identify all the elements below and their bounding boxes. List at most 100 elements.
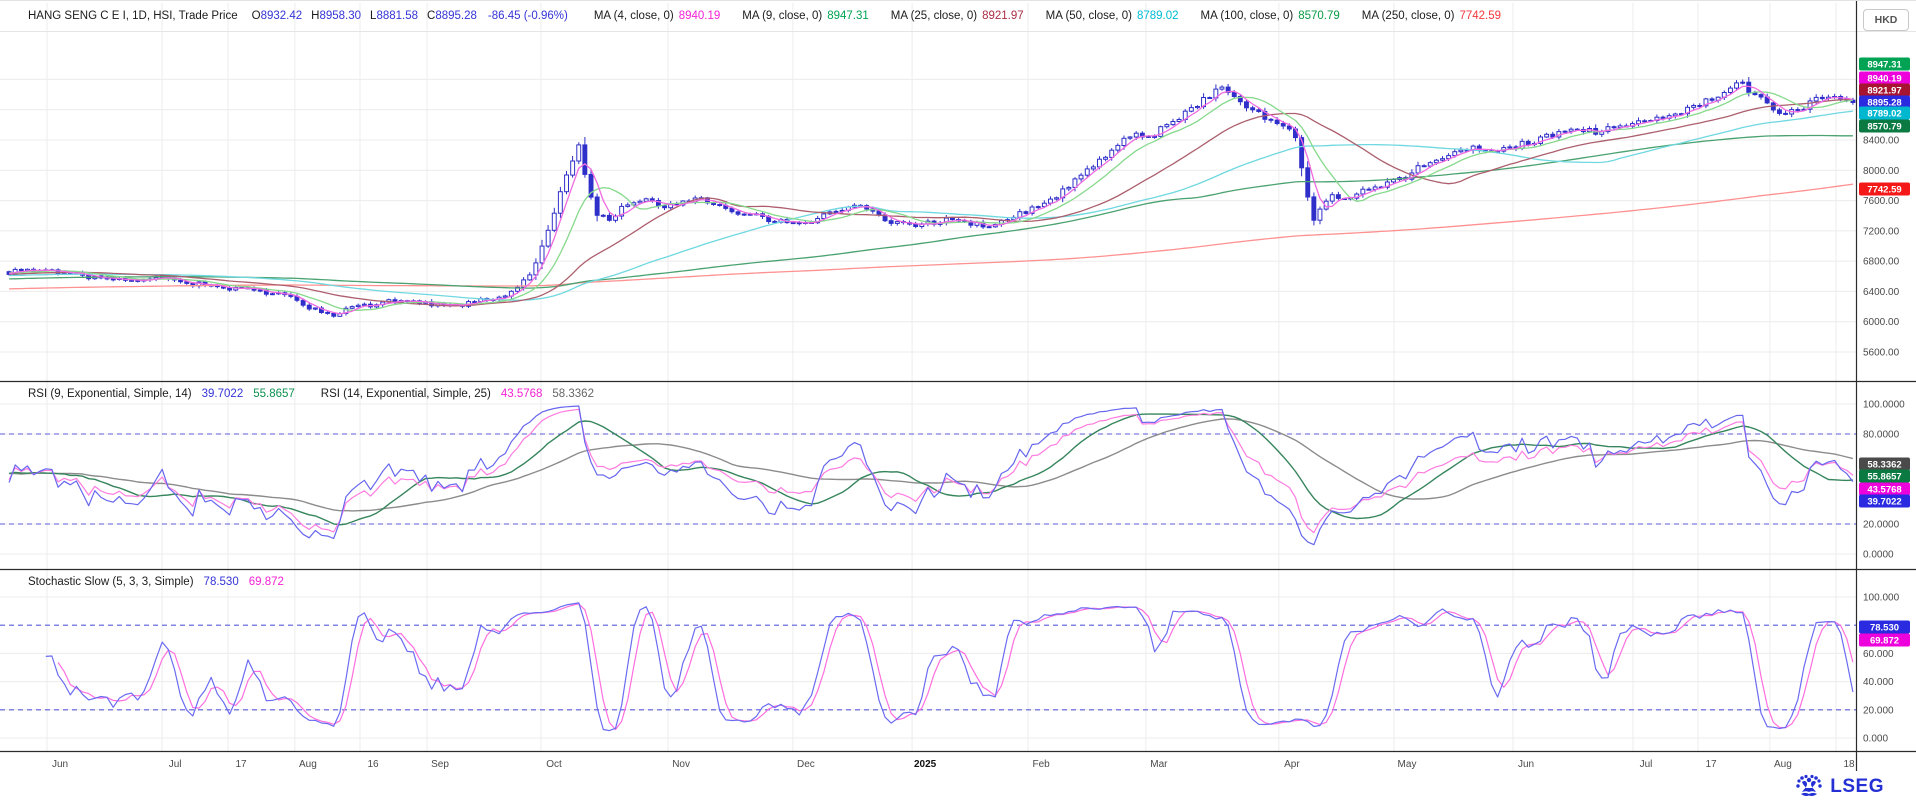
rsi-axis-tick: 80.0000 bbox=[1863, 430, 1900, 441]
time-axis-label: 18 bbox=[1843, 759, 1855, 770]
gridlines bbox=[0, 3, 1856, 751]
time-axis-label: 16 bbox=[367, 759, 379, 770]
time-axis-label: Dec bbox=[797, 759, 815, 770]
ohlc-h: H8958.30 bbox=[311, 10, 361, 22]
time-axis-label: Oct bbox=[546, 759, 562, 770]
stoch-legend-item-2: 69.872 bbox=[249, 576, 284, 588]
stochastic-axis-tick: 40.000 bbox=[1863, 677, 1894, 688]
rsi-legend-item-5: 58.3362 bbox=[552, 388, 594, 400]
lseg-logo: LSEG bbox=[1794, 773, 1884, 800]
price-axis-tick: 5600.00 bbox=[1863, 348, 1900, 359]
ma-legend-item-0[interactable]: MA (4, close, 0) 8940.19 bbox=[594, 10, 720, 22]
price-badge: 8921.97 bbox=[1859, 84, 1910, 97]
price-badge: 7742.59 bbox=[1859, 183, 1910, 196]
rsi-badge: 43.5768 bbox=[1859, 483, 1910, 496]
rsi14-signal-line[interactable] bbox=[9, 419, 1853, 511]
change-value: -86.45 (-0.96%) bbox=[488, 10, 568, 22]
svg-text:69.872: 69.872 bbox=[1870, 636, 1899, 647]
price-badge: 8940.19 bbox=[1859, 72, 1910, 85]
price-axis-tick: 6400.00 bbox=[1863, 287, 1900, 298]
ohlc-c-value: 8895.28 bbox=[435, 10, 477, 22]
rsi-axis-tick: 20.0000 bbox=[1863, 520, 1900, 531]
stochastic-axis-tick: 100.000 bbox=[1863, 593, 1900, 604]
svg-text:78.530: 78.530 bbox=[1870, 623, 1899, 634]
stochastic-series bbox=[46, 603, 1853, 731]
ohlc-o-value: 8932.42 bbox=[261, 10, 303, 22]
chart-canvas[interactable]: 8400.00 8000.00 7600.00 7200.00 6800.00 6400.… bbox=[0, 1, 1916, 804]
candlestick-series[interactable] bbox=[7, 77, 1855, 318]
stochastic-axis-tick: 60.000 bbox=[1863, 649, 1894, 660]
time-axis-label: Jun bbox=[1518, 759, 1534, 770]
svg-text:39.7022: 39.7022 bbox=[1867, 497, 1901, 508]
rsi-legend-item-0[interactable]: RSI (9, Exponential, Simple, 14) bbox=[28, 388, 192, 400]
time-axis-label: Sep bbox=[431, 759, 449, 770]
ma-legend-label: MA (9, close, 0) bbox=[742, 10, 822, 22]
svg-text:8570.79: 8570.79 bbox=[1867, 122, 1901, 133]
time-axis-label: Aug bbox=[1774, 759, 1792, 770]
stochastic-axis-tick: 0.000 bbox=[1863, 734, 1888, 745]
stoch-legend-item-1: 78.530 bbox=[204, 576, 239, 588]
price-axis-tick: 7200.00 bbox=[1863, 226, 1900, 237]
svg-text:8940.19: 8940.19 bbox=[1867, 74, 1901, 85]
panel-frame bbox=[0, 1, 1916, 771]
time-axis-label: May bbox=[1398, 759, 1417, 770]
price-badge: 8789.02 bbox=[1859, 107, 1910, 120]
rsi-legend: RSI (9, Exponential, Simple, 14) 39.7022 5… bbox=[28, 388, 604, 400]
price-axis[interactable]: 8400.00 8000.00 7600.00 7200.00 6800.00 6400.… bbox=[1859, 58, 1910, 745]
ma-legend-label: MA (100, close, 0) bbox=[1201, 10, 1294, 22]
ma-legend-value: 8947.31 bbox=[827, 10, 869, 22]
time-axis-label: Nov bbox=[672, 759, 690, 770]
ma-legend: MA (4, close, 0) 8940.19 MA (9, close, 0) 8… bbox=[594, 10, 1523, 22]
stochastic-legend: Stochastic Slow (5, 3, 3, Simple) 78.530 6… bbox=[28, 576, 294, 588]
svg-text:8789.02: 8789.02 bbox=[1867, 109, 1901, 120]
ma-legend-label: MA (25, close, 0) bbox=[891, 10, 977, 22]
ma-legend-item-2[interactable]: MA (25, close, 0)8921.97 bbox=[891, 10, 1024, 22]
svg-text:55.8657: 55.8657 bbox=[1867, 472, 1901, 483]
instrument-title[interactable]: HANG SENG C E I, 1D, HSI, Trade Price bbox=[28, 10, 238, 22]
ma-legend-value: 8570.79 bbox=[1298, 10, 1340, 22]
svg-text:8947.31: 8947.31 bbox=[1867, 60, 1902, 71]
currency-button[interactable]: HKD bbox=[1863, 9, 1909, 31]
stochastic-d-line[interactable] bbox=[58, 604, 1853, 730]
ma-legend-item-1[interactable]: MA (9, close, 0) 8947.31 bbox=[742, 10, 868, 22]
rsi-badge: 55.8657 bbox=[1859, 470, 1910, 483]
time-axis-label: Apr bbox=[1284, 759, 1300, 770]
time-axis-label: Jun bbox=[52, 759, 68, 770]
svg-text:58.3362: 58.3362 bbox=[1867, 460, 1901, 471]
rsi-legend-item-3: RSI (14, Exponential, Simple, 25) bbox=[321, 388, 491, 400]
lseg-emblem-icon bbox=[1794, 773, 1824, 800]
ma-legend-value: 8789.02 bbox=[1137, 10, 1179, 22]
ohlc-l: L8881.58 bbox=[370, 10, 418, 22]
rsi-axis-tick: 100.0000 bbox=[1863, 400, 1905, 411]
ohlc-c: C8895.28 bbox=[427, 10, 477, 22]
ma-legend-item-4[interactable]: MA (100, close, 0) 8570.79 bbox=[1201, 10, 1340, 22]
ma-legend-value: 8940.19 bbox=[679, 10, 721, 22]
time-axis-label: 2025 bbox=[914, 759, 937, 770]
time-axis-label: 17 bbox=[1705, 759, 1717, 770]
stoch-legend-item-0[interactable]: Stochastic Slow (5, 3, 3, Simple) bbox=[28, 576, 194, 588]
ma-legend-label: MA (4, close, 0) bbox=[594, 10, 674, 22]
svg-text:43.5768: 43.5768 bbox=[1867, 485, 1901, 496]
price-axis-tick: 6000.00 bbox=[1863, 317, 1900, 328]
price-axis-tick: 8400.00 bbox=[1863, 136, 1900, 147]
rsi-badge: 58.3362 bbox=[1859, 458, 1910, 471]
price-axis-tick: 6800.00 bbox=[1863, 257, 1900, 268]
price-axis-tick: 8000.00 bbox=[1863, 166, 1900, 177]
ohlc-l-value: 8881.58 bbox=[376, 10, 418, 22]
ma-legend-item-5[interactable]: MA (250, close, 0)7742.59 bbox=[1362, 10, 1501, 22]
rsi-badge: 39.7022 bbox=[1859, 495, 1910, 508]
time-axis-label: Feb bbox=[1032, 759, 1050, 770]
rsi-legend-item-1: 39.7022 bbox=[202, 388, 244, 400]
time-axis[interactable]: JunJul17Aug16SepOctNovDec2025FebMarAprMa… bbox=[52, 759, 1855, 770]
chart-window: 8400.00 8000.00 7600.00 7200.00 6800.00 6400.… bbox=[0, 0, 1916, 804]
price-axis-tick: 7600.00 bbox=[1863, 196, 1900, 207]
rsi14-line[interactable] bbox=[9, 409, 1853, 532]
stochastic-badge: 69.872 bbox=[1859, 634, 1910, 647]
time-axis-label: Jul bbox=[1640, 759, 1653, 770]
ma-250-line[interactable] bbox=[9, 184, 1853, 289]
svg-text:8921.97: 8921.97 bbox=[1867, 86, 1901, 97]
rsi9-signal-line[interactable] bbox=[9, 414, 1853, 525]
ma-legend-item-3[interactable]: MA (50, close, 0)8789.02 bbox=[1046, 10, 1179, 22]
price-badge: 8947.31 bbox=[1859, 58, 1910, 71]
chart-legend-bar: HANG SENG C E I, 1D, HSI, Trade Price O8… bbox=[0, 1, 1852, 31]
